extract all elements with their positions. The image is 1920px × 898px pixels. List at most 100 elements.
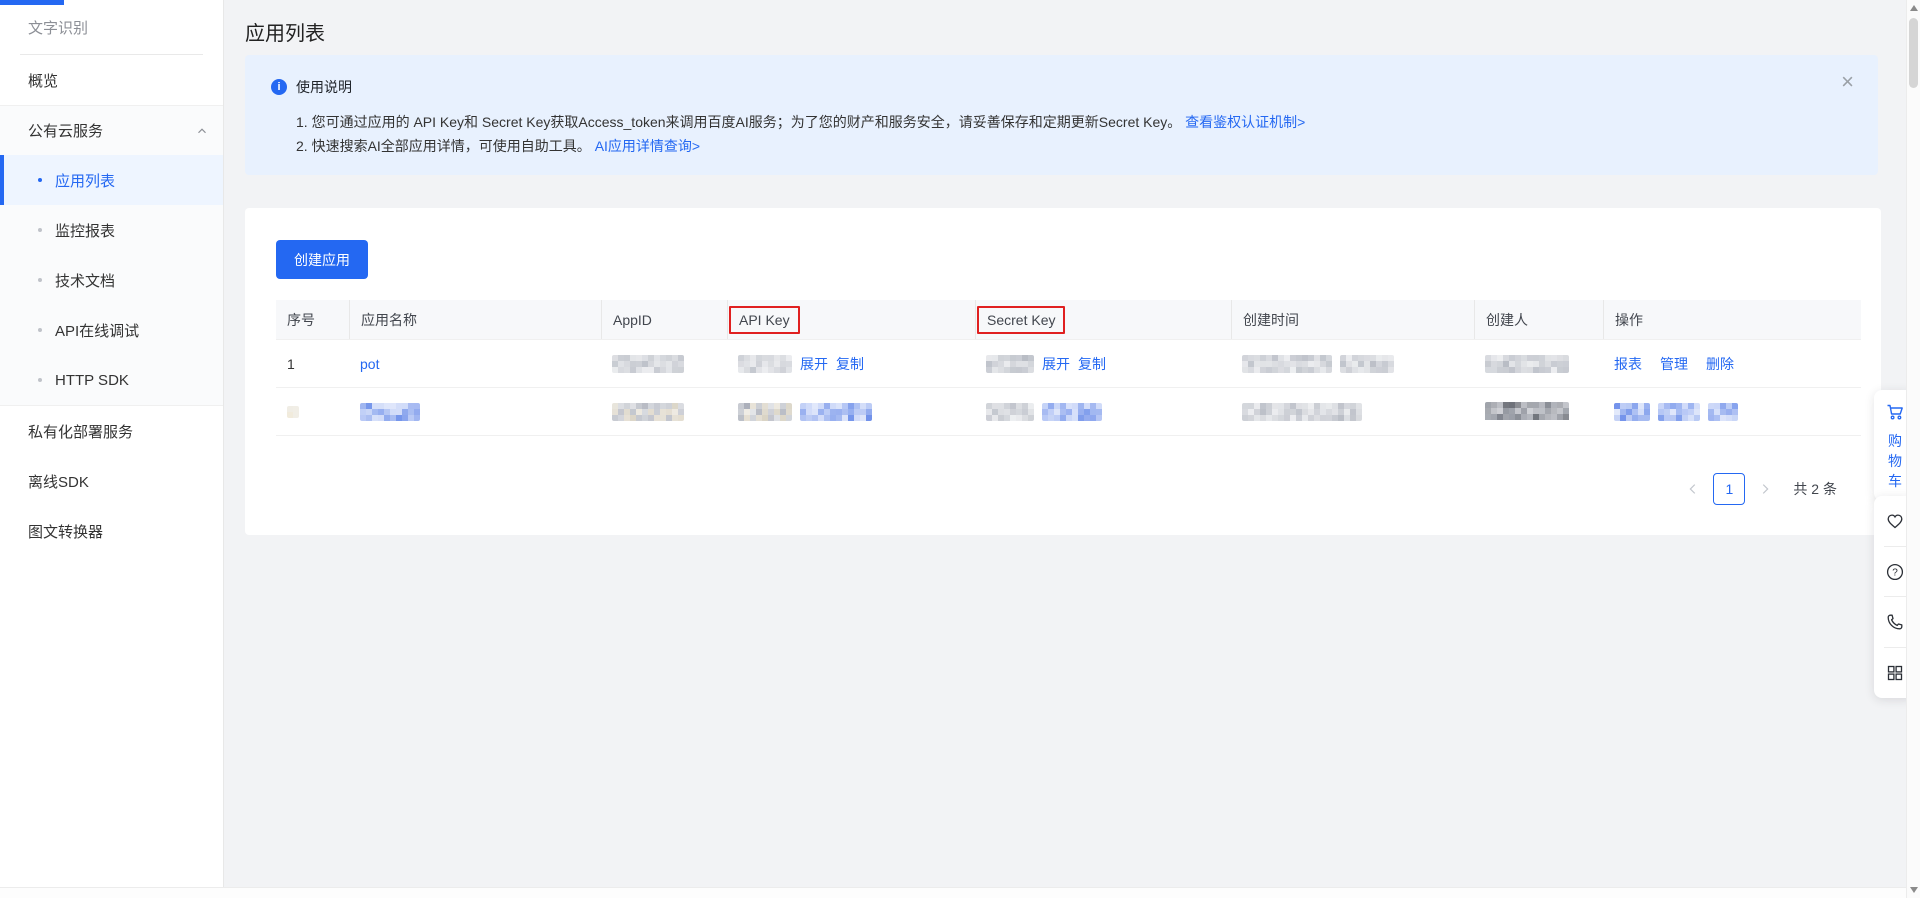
sidebar-item-label: 监控报表 — [55, 222, 116, 240]
sidebar-item-label: 应用列表 — [55, 172, 116, 190]
redacted-links — [1042, 402, 1102, 421]
banner-line-1: 1. 您可通过应用的 API Key和 Secret Key获取Access_t… — [296, 110, 1852, 134]
app-name-link[interactable]: pot — [360, 356, 379, 372]
create-app-button[interactable]: 创建应用 — [276, 240, 368, 279]
heart-icon[interactable] — [1885, 511, 1905, 531]
phone-icon[interactable] — [1885, 612, 1905, 632]
chevron-left-icon[interactable] — [1681, 473, 1705, 505]
close-icon[interactable]: × — [1841, 71, 1854, 93]
sidebar-item-app-list[interactable]: 应用列表 — [0, 155, 223, 205]
usage-banner: i 使用说明 1. 您可通过应用的 API Key和 Secret Key获取A… — [245, 55, 1878, 175]
redacted-links — [800, 402, 872, 421]
page-title: 应用列表 — [245, 23, 325, 45]
col-header-creator: 创建人 — [1474, 300, 1603, 339]
app-list-card: 创建应用 序号 应用名称 AppID API Key Secret Key 创建… — [245, 208, 1881, 535]
page-number-button[interactable]: 1 — [1713, 473, 1746, 505]
redacted-secret-key — [986, 354, 1034, 373]
redacted-action — [1658, 402, 1700, 421]
redacted-create-date — [1242, 354, 1332, 373]
redacted-create-time — [1242, 402, 1362, 421]
copy-link[interactable]: 复制 — [1078, 354, 1106, 374]
app-table: 序号 应用名称 AppID API Key Secret Key 创建时间 创建… — [276, 300, 1861, 436]
sidebar-item-label: API在线调试 — [55, 322, 140, 340]
redacted-api-key — [738, 354, 792, 373]
col-header-secret-key: Secret Key — [975, 300, 1231, 339]
svg-text:?: ? — [1892, 567, 1898, 578]
secret-key-highlight-box: Secret Key — [977, 305, 1066, 334]
chevron-up-icon — [198, 127, 206, 133]
vertical-scrollbar[interactable] — [1906, 0, 1920, 898]
sidebar-item-overview[interactable]: 概览 — [0, 55, 223, 105]
redacted-appid — [612, 402, 684, 421]
top-accent-bar — [0, 0, 64, 5]
banner-title: 使用说明 — [296, 79, 352, 95]
row-no: 1 — [287, 355, 295, 372]
scrollbar-thumb[interactable] — [1909, 18, 1918, 88]
redacted-secret-key — [986, 402, 1034, 421]
redacted-creator — [1485, 354, 1569, 373]
divider — [1884, 596, 1906, 598]
sidebar-group-label: 公有云服务 — [28, 123, 104, 140]
sidebar-item-private-deploy[interactable]: 私有化部署服务 — [0, 406, 223, 456]
scroll-up-icon[interactable] — [1910, 5, 1918, 11]
col-header-api-key: API Key — [727, 300, 975, 339]
chevron-right-icon[interactable] — [1753, 473, 1777, 505]
bullet-dot-icon — [38, 328, 42, 332]
redacted-appid — [612, 354, 684, 373]
redacted-create-time — [1340, 354, 1394, 373]
banner-line-1-text: 1. 您可通过应用的 API Key和 Secret Key获取Access_t… — [296, 114, 1182, 130]
table-row — [276, 388, 1861, 436]
copy-link[interactable]: 复制 — [836, 354, 864, 374]
expand-link[interactable]: 展开 — [800, 354, 828, 374]
redacted-app-name — [360, 402, 420, 421]
table-header-row: 序号 应用名称 AppID API Key Secret Key 创建时间 创建… — [276, 300, 1861, 340]
banner-line-2-text: 2. 快速搜索AI全部应用详情，可使用自助工具。 — [296, 138, 591, 154]
grid-icon[interactable] — [1885, 663, 1905, 683]
sidebar-item-img-text-converter[interactable]: 图文转换器 — [0, 506, 223, 556]
redacted-action — [1708, 402, 1738, 421]
auth-mechanism-link[interactable]: 查看鉴权认证机制> — [1185, 114, 1305, 130]
sidebar-item-http-sdk[interactable]: HTTP SDK — [0, 355, 223, 405]
active-indicator-bar — [0, 155, 4, 205]
banner-line-2: 2. 快速搜索AI全部应用详情，可使用自助工具。 AI应用详情查询> — [296, 134, 1852, 158]
sidebar-item-label: 技术文档 — [55, 272, 116, 290]
app-detail-query-link[interactable]: AI应用详情查询> — [595, 138, 700, 154]
pagination: 1 共 2 条 — [1681, 473, 1837, 505]
cart-icon — [1887, 404, 1903, 420]
report-link[interactable]: 报表 — [1614, 354, 1642, 374]
redacted-action — [1614, 402, 1650, 421]
col-header-create-time: 创建时间 — [1231, 300, 1474, 339]
question-icon[interactable]: ? — [1885, 562, 1905, 582]
bullet-dot-icon — [38, 278, 42, 282]
col-header-actions: 操作 — [1603, 300, 1861, 339]
sidebar-item-offline-sdk[interactable]: 离线SDK — [0, 456, 223, 506]
sidebar-group-public-cloud: 公有云服务 应用列表 监控报表 技术文档 API在线调试 HTTP SDK — [0, 105, 223, 406]
divider — [1884, 647, 1906, 649]
divider — [1884, 545, 1906, 547]
bullet-dot-icon — [38, 178, 42, 182]
main-content: 应用列表 i 使用说明 1. 您可通过应用的 API Key和 Secret K… — [224, 0, 1920, 898]
cart-label: 购物车 — [1888, 433, 1902, 489]
expand-link[interactable]: 展开 — [1042, 354, 1070, 374]
total-count-label: 共 2 条 — [1793, 481, 1837, 497]
scroll-down-icon[interactable] — [1910, 887, 1918, 893]
redacted-creator — [1485, 401, 1569, 422]
sidebar-group-header[interactable]: 公有云服务 — [0, 106, 223, 155]
col-header-no: 序号 — [287, 311, 315, 328]
api-key-highlight-box: API Key — [729, 305, 800, 334]
sidebar: 文字识别 概览 公有云服务 应用列表 监控报表 技术文档 API在线调试 HTT… — [0, 0, 224, 898]
redacted-api-key — [738, 402, 792, 421]
sidebar-item-monitor-report[interactable]: 监控报表 — [0, 205, 223, 255]
bullet-dot-icon — [38, 378, 42, 382]
sidebar-item-label: HTTP SDK — [55, 371, 129, 389]
sidebar-title: 文字识别 — [28, 19, 89, 37]
bullet-dot-icon — [38, 228, 42, 232]
sidebar-item-api-debug[interactable]: API在线调试 — [0, 305, 223, 355]
col-header-name: 应用名称 — [349, 300, 601, 339]
redacted-row-no — [287, 405, 299, 418]
col-header-appid: AppID — [601, 300, 727, 339]
delete-link[interactable]: 删除 — [1706, 354, 1734, 374]
sidebar-item-tech-docs[interactable]: 技术文档 — [0, 255, 223, 305]
manage-link[interactable]: 管理 — [1660, 354, 1688, 374]
horizontal-scrollbar[interactable] — [0, 887, 1906, 898]
